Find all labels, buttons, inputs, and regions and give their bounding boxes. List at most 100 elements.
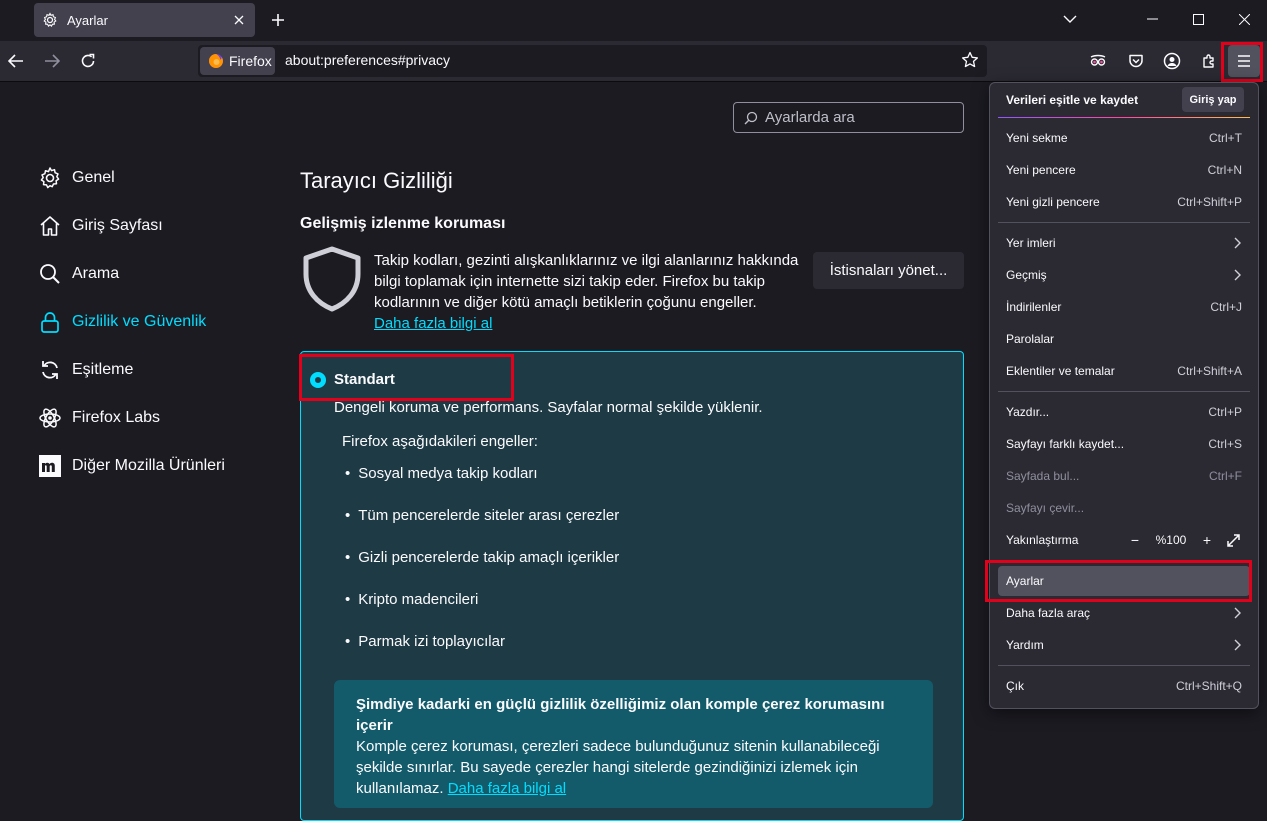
info-body: Komple çerez koruması, çerezleri sadece … [356,738,880,797]
category-label: Giriş Sayfası [72,217,163,234]
highlight-menu-button [1221,42,1263,82]
forward-button[interactable] [36,45,68,77]
menu-item-shortcut: Ctrl+P [1208,405,1242,419]
menu-item-label: Yardım [1006,638,1044,652]
minimize-button[interactable] [1129,0,1175,38]
category-sync[interactable]: Eşitleme [38,356,133,384]
menu-item-downloads[interactable]: İndirilenler Ctrl+J [998,292,1250,322]
tab-strip: Ayarlar [0,0,1267,41]
category-home[interactable]: Giriş Sayfası [38,212,163,240]
menu-item-translate[interactable]: Sayfayı çevir... [998,493,1250,523]
menu-item-label: İndirilenler [1006,300,1062,314]
category-label: Diğer Mozilla Ürünleri [72,457,225,474]
category-label: Arama [72,265,120,282]
menu-item-passwords[interactable]: Parolalar [998,324,1250,354]
category-search[interactable]: Arama [38,260,119,288]
gear-icon [38,166,62,190]
total-cookie-protection-info: Şimdiye kadarki en güçlü gizlilik özelli… [334,680,933,808]
list-item: • Tüm pencerelerde siteler arası çerezler [345,507,620,524]
menu-item-bookmarks[interactable]: Yer imleri [998,228,1250,258]
sync-icon [38,358,62,382]
category-label: Genel [72,169,115,186]
tab-settings[interactable]: Ayarlar [34,3,255,37]
menu-separator [998,665,1250,666]
category-label: Eşitleme [72,361,134,378]
highlight-settings-item [985,560,1252,602]
menu-item-shortcut: Ctrl+S [1208,437,1242,451]
menu-item-label: Sayfayı farklı kaydet... [1006,437,1125,451]
fullscreen-icon[interactable] [1224,531,1242,549]
zoom-out-button[interactable]: − [1126,531,1144,549]
menu-item-label: Yeni pencere [1006,163,1076,177]
info-title: Şimdiye kadarki en güçlü gizlilik özelli… [356,696,885,734]
settings-search-input[interactable]: Ayarlarda ara [733,102,964,133]
close-window-button[interactable] [1221,0,1267,38]
menu-item-label: Daha fazla araç [1006,606,1091,620]
sync-title: Verileri eşitle ve kaydet [1006,93,1139,107]
new-tab-button[interactable] [266,8,290,32]
close-tab-icon[interactable] [227,8,251,32]
menu-item-label: Sayfada bul... [1006,469,1080,483]
list-item-text: Tüm pencerelerde siteler arası çerezler [358,507,620,524]
info-learn-more-link[interactable]: Daha fazla bilgi al [448,780,566,797]
signin-button[interactable]: Giriş yap [1182,87,1244,112]
menu-item-more-tools[interactable]: Daha fazla araç [998,598,1250,628]
menu-separator [998,391,1250,392]
identity-box[interactable]: Firefox [200,47,275,75]
menu-item-new-private-window[interactable]: Yeni gizli pencere Ctrl+Shift+P [998,187,1250,217]
menu-item-new-tab[interactable]: Yeni sekme Ctrl+T [998,123,1250,153]
private-mask-icon[interactable] [1082,45,1114,77]
url-text[interactable]: about:preferences#privacy [285,52,450,68]
settings-search-placeholder: Ayarlarda ara [765,109,855,126]
menu-item-label: Yazdır... [1006,405,1050,419]
zoom-in-button[interactable]: + [1198,531,1216,549]
menu-item-help[interactable]: Yardım [998,630,1250,660]
zoom-level[interactable]: %100 [1152,533,1190,547]
category-general[interactable]: Genel [38,164,115,192]
learn-more-link[interactable]: Daha fazla bilgi al [374,315,492,332]
standard-option-card[interactable]: Standart Dengeli koruma ve performans. S… [300,351,964,821]
highlight-standard-option [299,354,514,401]
url-bar[interactable]: Firefox about:preferences#privacy [198,45,987,77]
standard-description: Dengeli koruma ve performans. Sayfalar n… [334,399,763,416]
shield-icon [301,246,363,312]
list-item: • Parmak izi toplayıcılar [345,633,505,650]
account-icon[interactable] [1156,45,1188,77]
menu-item-label: Yer imleri [1006,236,1056,250]
chevron-right-icon [1234,607,1242,619]
category-more-mozilla[interactable]: Diğer Mozilla Ürünleri [38,452,225,480]
category-label: Firefox Labs [72,409,161,426]
list-item: • Kripto madencileri [345,591,479,608]
menu-item-print[interactable]: Yazdır... Ctrl+P [998,397,1250,427]
bookmark-star-icon[interactable] [961,51,979,69]
list-item-text: Parmak izi toplayıcılar [358,633,505,650]
menu-item-label: Çık [1006,679,1024,693]
menu-item-save-page[interactable]: Sayfayı farklı kaydet... Ctrl+S [998,429,1250,459]
manage-exceptions-button[interactable]: İstisnaları yönet... [813,252,964,289]
pocket-icon[interactable] [1120,45,1152,77]
menu-item-new-window[interactable]: Yeni pencere Ctrl+N [998,155,1250,185]
reload-button[interactable] [72,45,104,77]
menu-separator [998,222,1250,223]
category-privacy[interactable]: Gizlilik ve Güvenlik [38,308,206,336]
zoom-controls: − %100 + [1126,531,1242,549]
category-label: Gizlilik ve Güvenlik [72,313,207,330]
category-labs[interactable]: Firefox Labs [38,404,160,432]
list-item-text: Kripto madencileri [358,591,479,608]
etp-description-text: Takip kodları, gezinti alışkanlıklarınız… [374,252,799,311]
back-button[interactable] [0,45,32,77]
maximize-button[interactable] [1175,0,1221,38]
navigation-toolbar: Firefox about:preferences#privacy [0,41,1267,82]
blocks-header: Firefox aşağıdakileri engeller: [342,433,538,450]
chevron-right-icon [1234,269,1242,281]
menu-item-shortcut: Ctrl+J [1210,300,1242,314]
menu-item-label: Yakınlaştırma [1006,533,1079,547]
lock-icon [38,310,62,334]
menu-item-addons[interactable]: Eklentiler ve temalar Ctrl+Shift+A [998,356,1250,386]
menu-item-find-in-page[interactable]: Sayfada bul... Ctrl+F [998,461,1250,491]
tab-list-chevron-icon[interactable] [1047,0,1093,38]
menu-item-quit[interactable]: Çık Ctrl+Shift+Q [998,671,1250,701]
etp-description: Takip kodları, gezinti alışkanlıklarınız… [374,250,804,334]
menu-item-label: Parolalar [1006,332,1055,346]
menu-item-history[interactable]: Geçmiş [998,260,1250,290]
